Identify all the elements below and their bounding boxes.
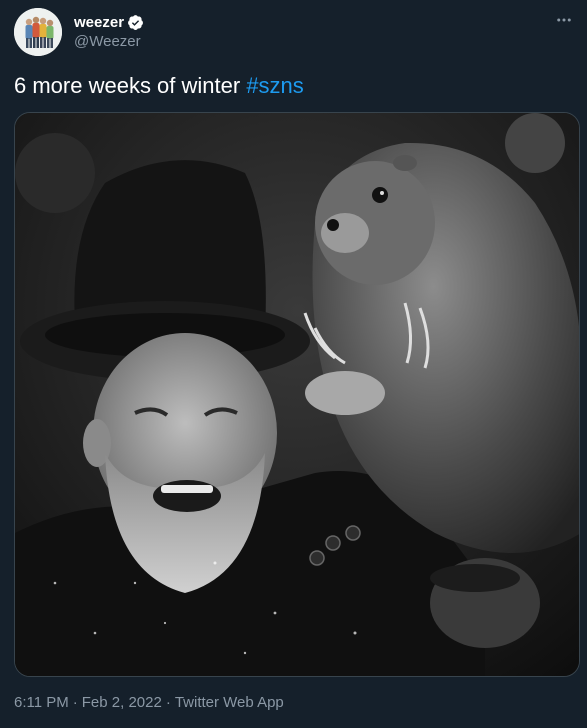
tweet: weezer @Weezer 6 more weeks of winter #s… <box>0 0 587 728</box>
more-options-button[interactable] <box>550 8 578 32</box>
tweet-header: weezer @Weezer <box>14 8 580 56</box>
author-handle[interactable]: @Weezer <box>74 33 144 50</box>
verified-badge-icon <box>127 14 144 31</box>
display-name[interactable]: weezer <box>74 14 124 31</box>
avatar[interactable] <box>14 8 62 56</box>
more-options-icon <box>557 18 571 22</box>
tweet-media-photo[interactable] <box>14 112 580 677</box>
meta-separator: · <box>165 694 171 711</box>
meta-separator: · <box>72 694 78 711</box>
display-name-row: weezer <box>74 12 144 32</box>
tweet-date[interactable]: Feb 2, 2022 <box>82 694 162 711</box>
tweet-metadata: 6:11 PM · Feb 2, 2022 · Twitter Web App <box>14 694 284 711</box>
tweet-source[interactable]: Twitter Web App <box>175 694 284 711</box>
tweet-time[interactable]: 6:11 PM <box>14 694 69 711</box>
author-info: weezer @Weezer <box>74 12 144 50</box>
hashtag-link[interactable]: #szns <box>246 73 303 98</box>
groundhog-photo <box>15 113 579 676</box>
tweet-text-plain: 6 more weeks of winter <box>14 73 247 98</box>
tweet-text: 6 more weeks of winter #szns <box>14 72 304 100</box>
